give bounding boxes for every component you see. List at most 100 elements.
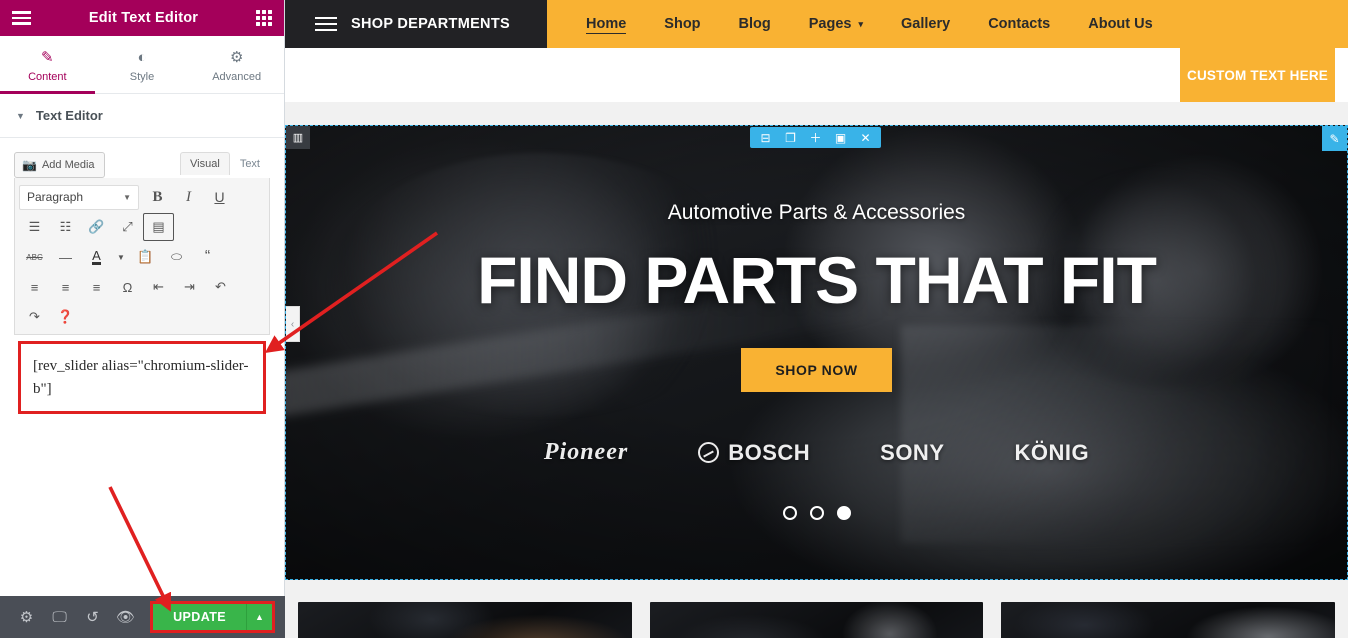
section-toolbar: ⊟ ❐ ＋ ▣ ✕ — [750, 127, 881, 148]
underline-button[interactable]: U — [204, 183, 235, 211]
panel-footer: ⚙ 🖵 ↺ 👁 UPDATE ▲ — [0, 596, 285, 638]
brand-logos: Pioneer BOSCH SONY KÖNIG — [544, 439, 1089, 466]
nav-item-shop[interactable]: Shop — [645, 0, 719, 48]
screen-root: SHOP DEPARTMENTS Home Shop Blog Pages ▾ … — [0, 0, 1348, 638]
responsive-mode-icon[interactable]: 🖵 — [43, 596, 76, 638]
hero-slider-section: ▥ ✎ ‹ Automotive Parts & Accessories FIN… — [285, 125, 1348, 580]
history-icon[interactable]: ↺ — [76, 596, 109, 638]
slider-dot-1[interactable] — [782, 506, 797, 520]
panel-header: Edit Text Editor — [0, 0, 284, 36]
brand-label: BOSCH — [728, 439, 811, 465]
strikethrough-button[interactable]: ABC — [19, 243, 50, 271]
update-button[interactable]: UPDATE — [153, 604, 246, 630]
shop-departments-button[interactable]: SHOP DEPARTMENTS — [285, 0, 547, 48]
product-card-1[interactable] — [298, 602, 632, 638]
undo-button[interactable]: ↶ — [205, 273, 236, 301]
nav-item-pages[interactable]: Pages ▾ — [790, 0, 882, 48]
hero-title: FIND PARTS THAT FIT — [477, 243, 1157, 317]
format-select[interactable]: Paragraph ▼ — [19, 184, 139, 210]
keyboard-shortcuts-button[interactable]: ❓ — [50, 303, 81, 331]
elementor-panel: Edit Text Editor ✎ Content ◐ Style ⚙ Adv… — [0, 0, 285, 638]
slider-dot-2[interactable] — [809, 506, 824, 520]
update-button-group: UPDATE ▲ — [150, 601, 275, 633]
site-header: SHOP DEPARTMENTS Home Shop Blog Pages ▾ … — [285, 0, 1348, 48]
nav-item-about-us[interactable]: About Us — [1069, 0, 1171, 48]
nav-item-blog[interactable]: Blog — [720, 0, 790, 48]
decrease-indent-button[interactable]: ⇤ — [143, 273, 174, 301]
fullscreen-button[interactable]: ⤢ — [112, 213, 143, 241]
tab-visual[interactable]: Visual — [180, 152, 230, 175]
column-handle-icon[interactable]: ▥ — [286, 126, 310, 149]
grid-apps-icon[interactable] — [256, 10, 272, 26]
toolbar-toggle-button[interactable]: ▤ — [143, 213, 174, 241]
align-center-button[interactable]: ≡ — [50, 273, 81, 301]
product-cards-row — [285, 580, 1348, 638]
pencil-icon: ✎ — [41, 49, 54, 66]
update-options-caret[interactable]: ▲ — [246, 604, 272, 630]
text-color-button[interactable]: A — [81, 243, 112, 271]
add-media-label: Add Media — [41, 159, 95, 171]
shop-now-button[interactable]: SHOP NOW — [741, 348, 892, 392]
tab-content[interactable]: ✎ Content — [0, 36, 95, 94]
nav-item-contacts[interactable]: Contacts — [969, 0, 1069, 48]
hero-subtitle: Automotive Parts & Accessories — [667, 201, 966, 224]
nav-label: About Us — [1088, 16, 1153, 32]
nav-label: Shop — [664, 16, 701, 32]
text-color-caret[interactable]: ▼ — [112, 243, 130, 271]
toolbar-row-5: ↷ ❓ — [19, 302, 265, 332]
slider-pagination — [782, 506, 851, 520]
preview-icon[interactable]: 👁 — [109, 596, 142, 638]
hamburger-icon[interactable] — [315, 16, 337, 32]
site-preview-frame: SHOP DEPARTMENTS Home Shop Blog Pages ▾ … — [285, 0, 1348, 638]
nav-item-home[interactable]: Home — [567, 0, 645, 48]
align-right-button[interactable]: ≡ — [81, 273, 112, 301]
panel-tabs: ✎ Content ◐ Style ⚙ Advanced — [0, 36, 284, 94]
toolbar-row-1: Paragraph ▼ B I U — [19, 182, 265, 212]
product-card-2[interactable] — [649, 602, 984, 638]
bold-button[interactable]: B — [142, 183, 173, 211]
tinymce-toolbar: Paragraph ▼ B I U ☰ ☷ 🔗 ⤢ ▤ ABC — A ▼ 📋 … — [14, 178, 270, 335]
site-subheader: CUSTOM TEXT HERE — [285, 48, 1348, 102]
insert-link-button[interactable]: 🔗 — [81, 213, 112, 241]
save-section-icon[interactable]: ▣ — [828, 127, 853, 148]
chevron-down-icon: ▾ — [858, 19, 864, 29]
brand-label: KÖNIG — [1014, 439, 1090, 465]
hamburger-icon[interactable] — [12, 11, 31, 25]
horizontal-rule-button[interactable]: — — [50, 243, 81, 271]
numbered-list-button[interactable]: ☷ — [50, 213, 81, 241]
nav-label: Contacts — [988, 16, 1051, 32]
duplicate-section-icon[interactable]: ❐ — [778, 127, 803, 148]
brand-logo-bosch: BOSCH — [698, 440, 810, 466]
increase-indent-button[interactable]: ⇥ — [174, 273, 205, 301]
chevron-left-icon[interactable]: ‹ — [286, 306, 300, 342]
contrast-icon: ◐ — [137, 49, 147, 66]
align-left-button[interactable]: ≡ — [19, 273, 50, 301]
bulleted-list-button[interactable]: ☰ — [19, 213, 50, 241]
section-header-text-editor[interactable]: ▼ Text Editor — [0, 94, 284, 138]
edit-section-icon[interactable]: ⊟ — [753, 127, 778, 148]
add-section-icon[interactable]: ＋ — [803, 127, 828, 148]
tab-label: Content — [28, 71, 67, 83]
tab-advanced[interactable]: ⚙ Advanced — [189, 36, 284, 93]
clear-formatting-button[interactable]: ⬭ — [161, 243, 192, 271]
tab-label: Style — [129, 71, 155, 83]
tab-text[interactable]: Text — [230, 152, 270, 175]
pencil-edit-icon[interactable]: ✎ — [1322, 126, 1347, 151]
slider-dot-3[interactable] — [836, 506, 851, 520]
chevron-down-icon: ▼ — [123, 192, 131, 202]
redo-button[interactable]: ↷ — [19, 303, 50, 331]
paste-as-text-button[interactable]: 📋 — [130, 243, 161, 271]
nav-item-gallery[interactable]: Gallery — [882, 0, 969, 48]
chevron-down-icon: ▼ — [16, 110, 25, 121]
editor-content-area[interactable]: [rev_slider alias="chromium-slider-b"] — [18, 341, 266, 414]
special-character-button[interactable]: Ω — [112, 273, 143, 301]
settings-icon[interactable]: ⚙ — [10, 596, 43, 638]
nav-label: Pages — [808, 16, 852, 32]
bosch-logo-icon — [698, 442, 720, 463]
delete-section-icon[interactable]: ✕ — [853, 127, 878, 148]
tab-style[interactable]: ◐ Style — [95, 36, 190, 93]
product-card-3[interactable] — [1001, 602, 1336, 638]
blockquote-button[interactable]: “ — [192, 243, 223, 271]
italic-button[interactable]: I — [173, 183, 204, 211]
add-media-button[interactable]: 📷 Add Media — [14, 152, 105, 178]
